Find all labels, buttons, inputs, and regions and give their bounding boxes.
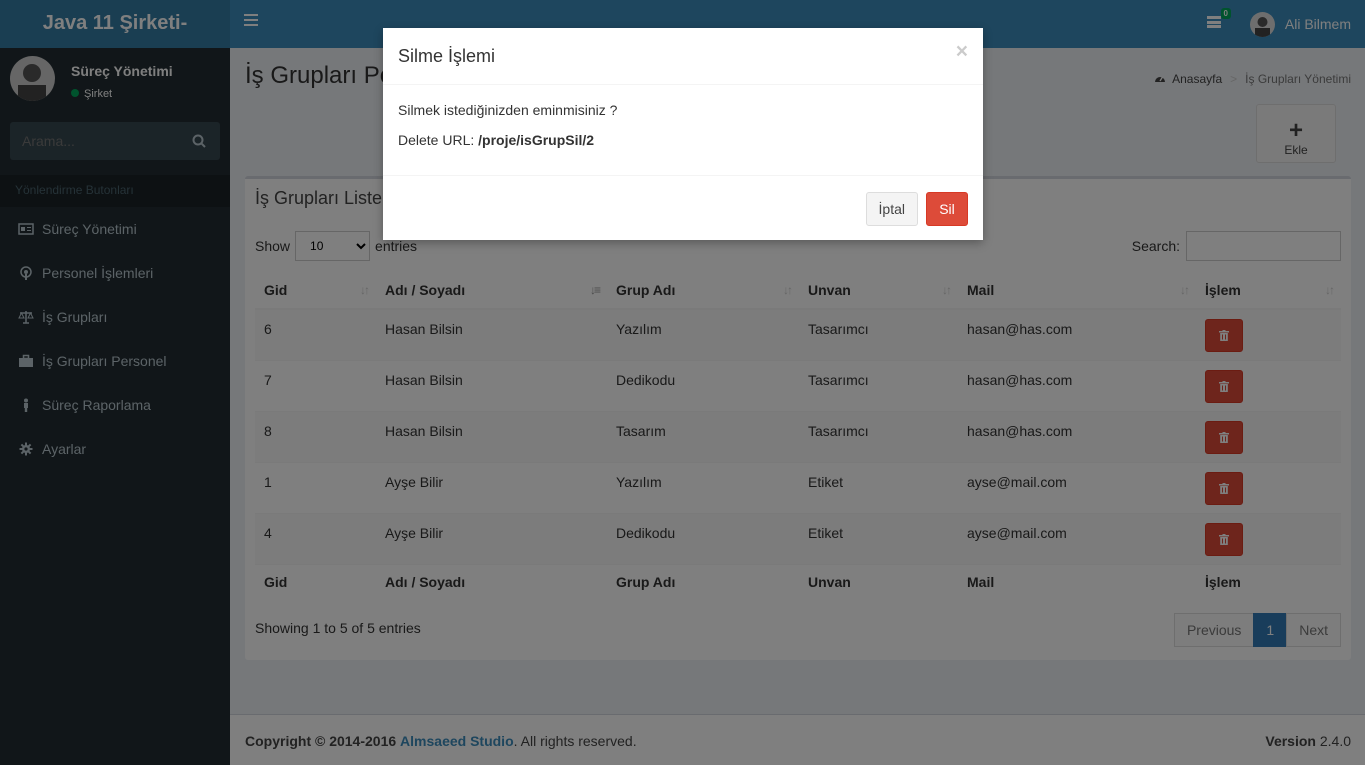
modal-body: Silmek istediğinizden eminmisiniz ? Dele… xyxy=(383,85,983,176)
delete-modal: Silme İşlemi × Silmek istediğinizden emi… xyxy=(383,28,983,240)
modal-question: Silmek istediğinizden eminmisiniz ? xyxy=(398,102,618,118)
cancel-button[interactable]: İptal xyxy=(865,192,918,226)
confirm-delete-button[interactable]: Sil xyxy=(926,192,968,226)
close-icon[interactable]: × xyxy=(956,40,968,64)
delete-url: /proje/isGrupSil/2 xyxy=(478,132,595,148)
modal-title: Silme İşlemi xyxy=(398,46,496,66)
modal-footer: İptal Sil xyxy=(383,176,983,240)
modal-header: Silme İşlemi × xyxy=(383,28,983,85)
modal-url-line: Delete URL: /proje/isGrupSil/2 xyxy=(398,132,595,148)
